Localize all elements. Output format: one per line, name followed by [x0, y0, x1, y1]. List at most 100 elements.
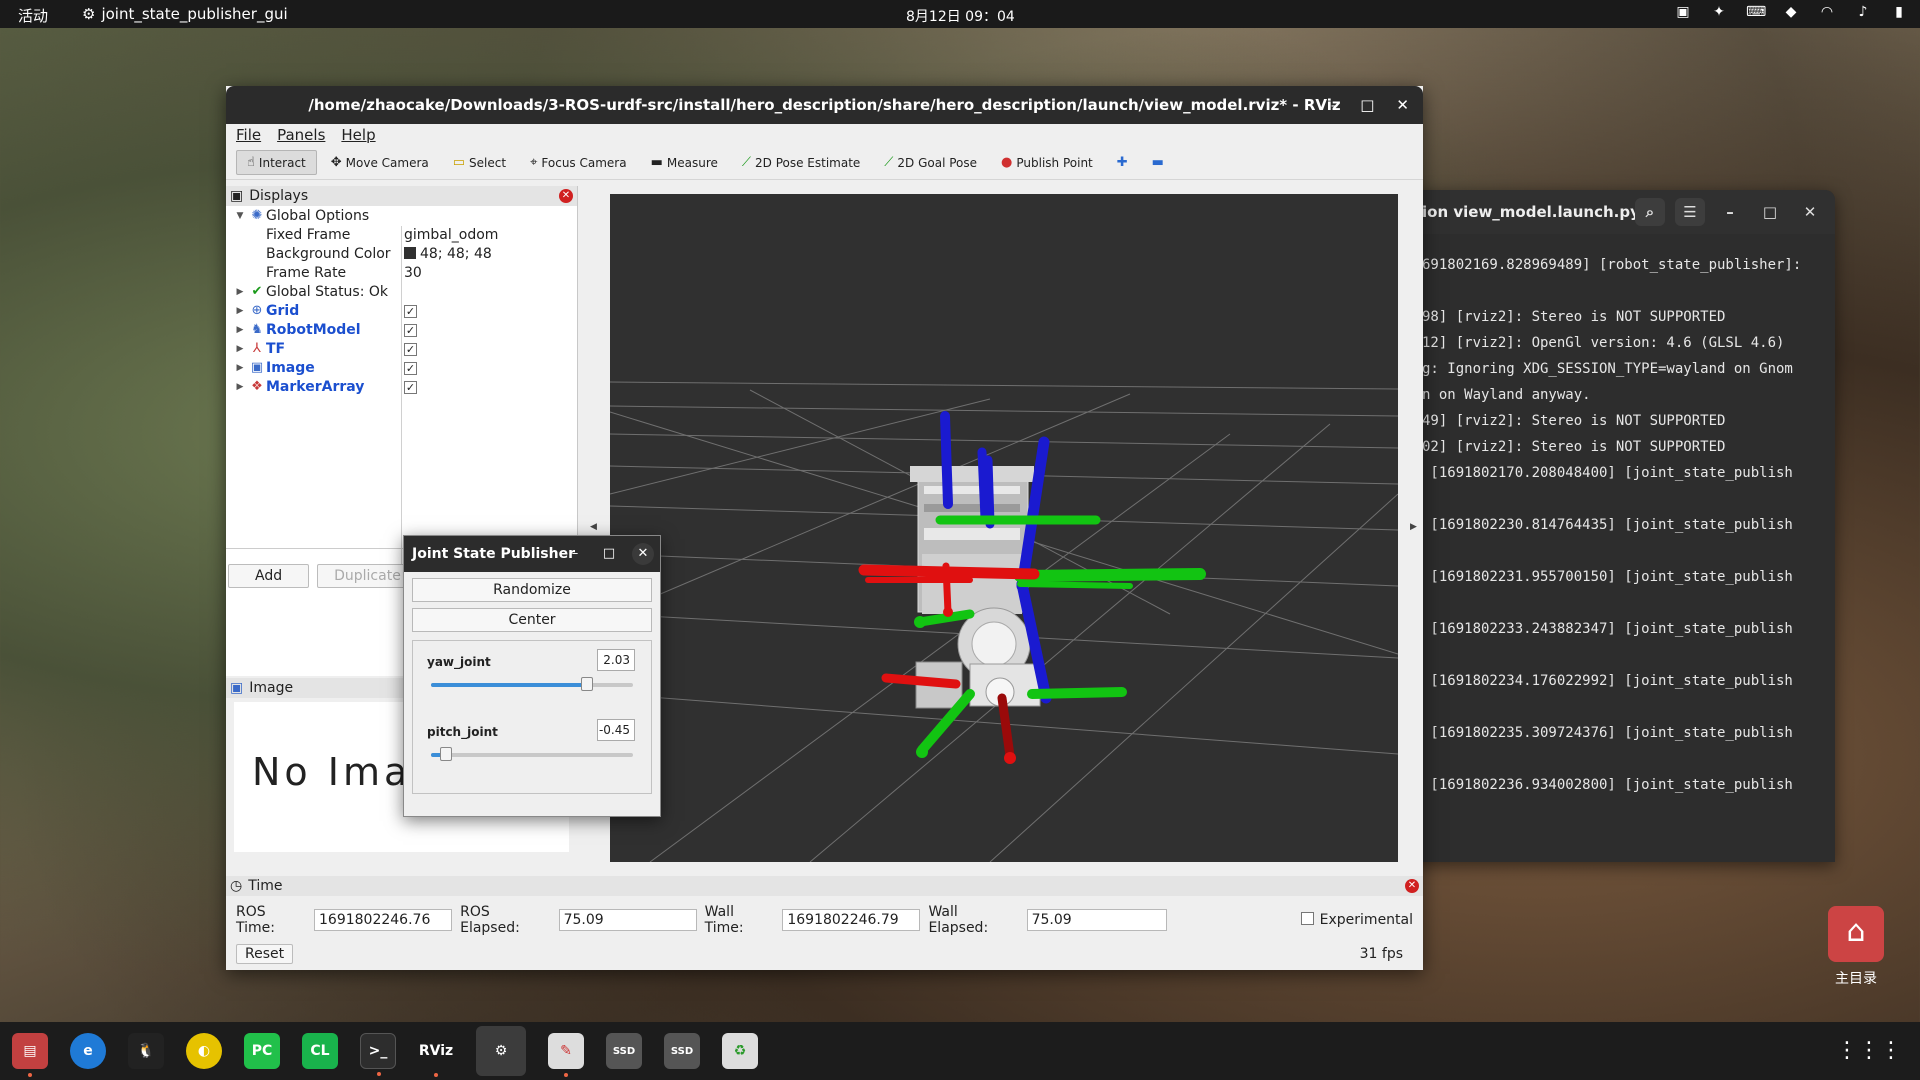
enable-checkbox[interactable]: ✓ — [404, 322, 417, 338]
expand-arrow-icon[interactable]: ▶ — [232, 363, 248, 373]
settings-icon[interactable]: ⚙ — [476, 1026, 526, 1076]
trash-icon[interactable]: ♻ — [722, 1033, 758, 1069]
left-collapse-handle[interactable]: ◀ — [590, 522, 597, 532]
slider-handle[interactable] — [440, 747, 453, 761]
terminal-window[interactable]: ion view_model.launch.py ⌕ ☰ – □ ✕ 69180… — [1410, 190, 1835, 862]
jsp-titlebar[interactable]: Joint State Publisher – □ ✕ — [404, 536, 660, 572]
expand-arrow-icon[interactable]: ▶ — [232, 325, 248, 335]
pitch-joint-slider[interactable] — [431, 747, 633, 761]
randomize-button[interactable]: Randomize — [412, 578, 652, 602]
tree-row-grid[interactable]: ▶ ⊕ Grid ✓ — [226, 301, 577, 320]
tree-row-frame-rate[interactable]: Frame Rate 30 — [226, 263, 577, 282]
tool-select[interactable]: ▭ Select — [443, 151, 516, 174]
tool-interact[interactable]: ☝ Interact — [236, 150, 317, 175]
maximize-icon[interactable]: □ — [1755, 198, 1785, 226]
yellow-app-icon[interactable]: ◐ — [186, 1033, 222, 1069]
close-icon[interactable]: ✕ — [632, 543, 654, 565]
remove-tool-button[interactable]: ▬ — [1142, 151, 1174, 174]
yaw-joint-slider[interactable] — [431, 677, 633, 691]
experimental-checkbox[interactable] — [1300, 911, 1314, 929]
tool-move-camera[interactable]: ✥ Move Camera — [321, 151, 439, 174]
property-value[interactable]: 48; 48; 48 — [404, 246, 492, 262]
ssd-drive-icon[interactable]: SSD — [606, 1033, 642, 1069]
keyboard-icon[interactable]: ⌨ — [1746, 4, 1766, 20]
center-button[interactable]: Center — [412, 608, 652, 632]
close-icon[interactable]: ✕ — [1396, 86, 1409, 124]
tool-publish-point[interactable]: ● Publish Point — [991, 151, 1103, 174]
tree-row-image[interactable]: ▶ ▣ Image ✓ — [226, 358, 577, 377]
clock[interactable]: 8月12日 09：04 — [906, 6, 1015, 26]
wall-time-field[interactable]: 1691802246.79 — [782, 909, 921, 931]
close-icon[interactable]: ✕ — [559, 189, 573, 203]
menu-file[interactable]: File — [236, 126, 261, 144]
tree-row-background-color[interactable]: Background Color 48; 48; 48 — [226, 244, 577, 263]
rviz-titlebar[interactable]: /home/zhaocake/Downloads/3-ROS-urdf-src/… — [226, 86, 1423, 124]
ros-elapsed-field[interactable]: 75.09 — [558, 909, 697, 931]
wifi-icon[interactable]: ◠ — [1818, 4, 1836, 20]
right-collapse-handle[interactable]: ▶ — [1410, 522, 1417, 532]
expand-arrow-icon[interactable]: ▼ — [232, 211, 248, 221]
pycharm-icon[interactable]: PC — [244, 1033, 280, 1069]
edge-icon[interactable]: e — [70, 1033, 106, 1069]
tool-focus-camera[interactable]: ⌖ Focus Camera — [520, 151, 637, 174]
3d-viewport[interactable] — [610, 194, 1398, 862]
expand-arrow-icon[interactable]: ▶ — [232, 382, 248, 392]
activities-button[interactable]: 活动 — [18, 5, 48, 26]
maximize-icon[interactable]: □ — [1360, 86, 1374, 124]
files-icon[interactable]: ▤ — [12, 1033, 48, 1077]
enable-checkbox[interactable]: ✓ — [404, 360, 417, 376]
yaw-joint-value[interactable]: 2.03 — [597, 649, 635, 671]
tool-goal-pose[interactable]: ⟋ 2D Goal Pose — [874, 151, 987, 174]
terminal-output[interactable]: 691802169.828969489] [robot_state_publis… — [1410, 234, 1835, 798]
add-button[interactable]: Add — [228, 564, 310, 588]
slider-handle[interactable] — [580, 677, 593, 691]
battery-icon[interactable]: ▮ — [1890, 4, 1908, 20]
maximize-icon[interactable]: □ — [598, 543, 620, 565]
tray-app-icon[interactable]: ▣ — [1674, 4, 1692, 20]
pitch-joint-value[interactable]: -0.45 — [597, 719, 635, 741]
home-folder-shortcut[interactable]: 主目录 — [1826, 906, 1886, 996]
minimize-icon[interactable]: – — [1331, 86, 1339, 124]
minimize-icon[interactable]: – — [564, 543, 586, 565]
tree-row-global-options[interactable]: ▼ ✺ Global Options — [226, 206, 577, 225]
system-tray[interactable]: ▣ ✦ ⌨ ◆ ◠ ♪ ▮ — [1674, 4, 1908, 20]
menu-icon[interactable]: ☰ — [1675, 198, 1705, 226]
add-tool-button[interactable]: ✚ — [1107, 151, 1138, 174]
joint-state-publisher-window[interactable]: Joint State Publisher – □ ✕ Randomize Ce… — [403, 535, 661, 817]
ssd-drive-icon-2[interactable]: SSD — [664, 1033, 700, 1069]
qq-icon[interactable]: 🐧 — [128, 1033, 164, 1069]
clion-icon[interactable]: CL — [302, 1033, 338, 1069]
terminal-icon[interactable]: >_ — [360, 1033, 396, 1076]
close-icon[interactable]: ✕ — [1405, 879, 1419, 893]
wall-elapsed-field[interactable]: 75.09 — [1026, 909, 1167, 931]
expand-arrow-icon[interactable]: ▶ — [232, 306, 248, 316]
ros-time-field[interactable]: 1691802246.76 — [314, 909, 453, 931]
search-icon[interactable]: ⌕ — [1635, 198, 1665, 226]
volume-icon[interactable]: ♪ — [1854, 4, 1872, 20]
minimize-icon[interactable]: – — [1715, 198, 1745, 226]
enable-checkbox[interactable]: ✓ — [404, 341, 417, 357]
tray-app-icon-2[interactable]: ✦ — [1710, 4, 1728, 20]
app-menu[interactable]: ⚙ joint_state_publisher_gui — [82, 5, 288, 23]
tree-row-robotmodel[interactable]: ▶ ♞ RobotModel ✓ — [226, 320, 577, 339]
tool-measure[interactable]: ▬ Measure — [641, 151, 728, 174]
enable-checkbox[interactable]: ✓ — [404, 379, 417, 395]
expand-arrow-icon[interactable]: ▶ — [232, 287, 248, 297]
menu-help[interactable]: Help — [341, 126, 375, 144]
enable-checkbox[interactable]: ✓ — [404, 303, 417, 319]
tree-row-global-status[interactable]: ▶ ✔ Global Status: Ok — [226, 282, 577, 301]
tree-row-fixed-frame[interactable]: Fixed Frame gimbal_odom — [226, 225, 577, 244]
menu-panels[interactable]: Panels — [277, 126, 325, 144]
reset-button[interactable]: Reset — [236, 944, 294, 964]
tree-row-markerarray[interactable]: ▶ ❖ MarkerArray ✓ — [226, 377, 577, 396]
tree-row-tf[interactable]: ▶ ⅄ TF ✓ — [226, 339, 577, 358]
close-icon[interactable]: ✕ — [1795, 198, 1825, 226]
tray-cat-icon[interactable]: ◆ — [1782, 4, 1800, 20]
rviz-window[interactable]: /home/zhaocake/Downloads/3-ROS-urdf-src/… — [226, 86, 1423, 970]
text-editor-icon[interactable]: ✎ — [548, 1033, 584, 1077]
tool-pose-estimate[interactable]: ⟋ 2D Pose Estimate — [732, 151, 870, 174]
property-value[interactable]: gimbal_odom — [404, 227, 498, 243]
terminal-titlebar[interactable]: ion view_model.launch.py ⌕ ☰ – □ ✕ — [1410, 190, 1835, 234]
property-value[interactable]: 30 — [404, 265, 422, 281]
rviz-icon[interactable]: RViz — [418, 1033, 454, 1077]
